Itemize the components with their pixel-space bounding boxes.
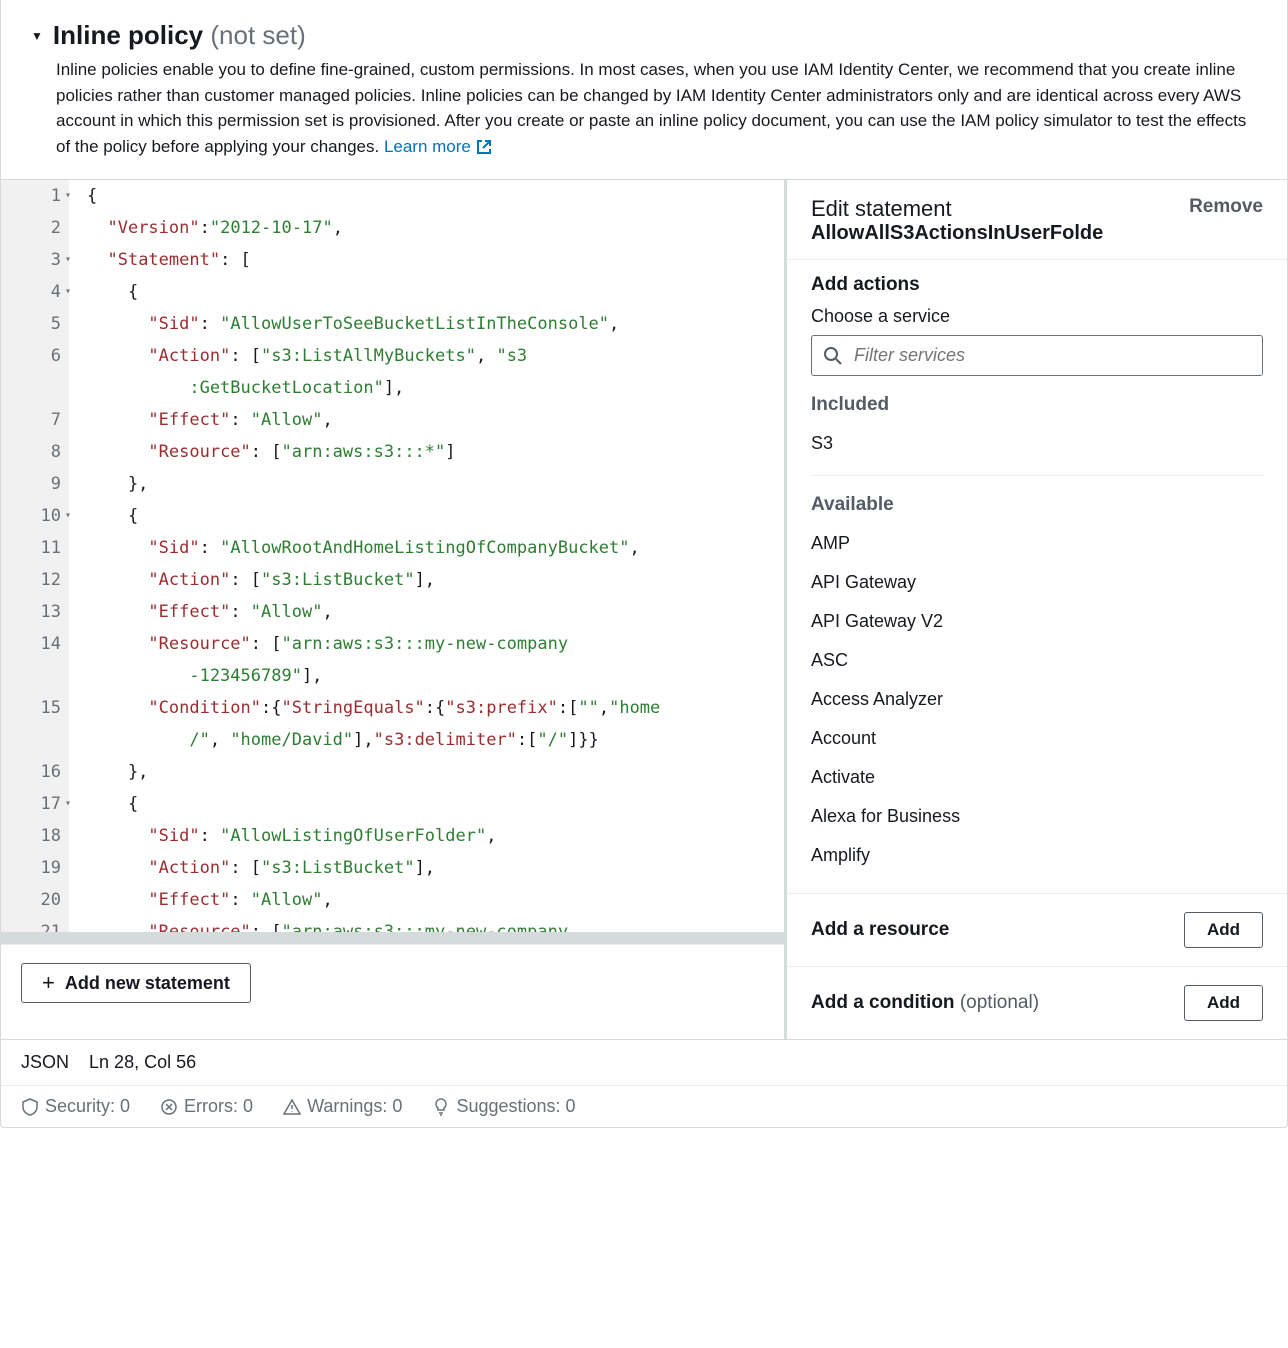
inline-policy-header: ▼ Inline policy (not set) Inline policie… bbox=[1, 0, 1287, 179]
cursor-position: Ln 28, Col 56 bbox=[89, 1052, 196, 1072]
add-resource-label: Add a resource bbox=[811, 919, 949, 941]
add-condition-button[interactable]: Add bbox=[1184, 985, 1263, 1021]
service-item[interactable]: Alexa for Business bbox=[811, 797, 1263, 836]
validation-bar: Security: 0 Errors: 0 Warnings: 0 Sugges… bbox=[1, 1085, 1287, 1127]
add-actions-heading: Add actions bbox=[811, 274, 1263, 296]
filter-services-input[interactable] bbox=[811, 335, 1263, 376]
add-new-statement-button[interactable]: + Add new statement bbox=[21, 963, 251, 1003]
errors-count[interactable]: Errors: 0 bbox=[160, 1096, 253, 1117]
service-item[interactable]: Activate bbox=[811, 758, 1263, 797]
included-heading: Included bbox=[811, 394, 1263, 416]
suggestions-count[interactable]: Suggestions: 0 bbox=[432, 1096, 575, 1117]
service-item[interactable]: ASC bbox=[811, 641, 1263, 680]
section-title: Inline policy (not set) bbox=[53, 20, 306, 51]
remove-button[interactable]: Remove bbox=[1189, 196, 1263, 218]
not-set-label: (not set) bbox=[210, 20, 305, 50]
add-resource-button[interactable]: Add bbox=[1184, 912, 1263, 948]
available-heading: Available bbox=[811, 494, 1263, 516]
horizontal-scrollbar[interactable] bbox=[1, 932, 784, 944]
status-bar: JSON Ln 28, Col 56 bbox=[1, 1039, 1287, 1085]
code-editor-panel: 123456 7891011121314 15 161718192021 22 … bbox=[1, 180, 787, 1039]
service-item[interactable]: S3 bbox=[811, 424, 1263, 463]
choose-service-label: Choose a service bbox=[811, 306, 1263, 327]
service-item[interactable]: Amplify bbox=[811, 836, 1263, 875]
external-link-icon bbox=[476, 139, 492, 155]
learn-more-link[interactable]: Learn more bbox=[384, 137, 492, 156]
plus-icon: + bbox=[42, 972, 55, 994]
editor-mode: JSON bbox=[21, 1052, 69, 1072]
service-item[interactable]: Access Analyzer bbox=[811, 680, 1263, 719]
edit-statement-panel: Edit statement AllowAllS3ActionsInUserFo… bbox=[787, 180, 1287, 1039]
service-item[interactable]: API Gateway V2 bbox=[811, 602, 1263, 641]
code-editor[interactable]: 123456 7891011121314 15 161718192021 22 … bbox=[1, 180, 784, 932]
shield-icon bbox=[21, 1098, 39, 1116]
edit-statement-sid: AllowAllS3ActionsInUserFolde bbox=[811, 222, 1103, 245]
error-icon bbox=[160, 1098, 178, 1116]
warnings-count[interactable]: Warnings: 0 bbox=[283, 1096, 402, 1117]
search-icon bbox=[823, 346, 843, 366]
warning-icon bbox=[283, 1098, 301, 1116]
service-item[interactable]: API Gateway bbox=[811, 563, 1263, 602]
section-description: Inline policies enable you to define fin… bbox=[56, 57, 1257, 159]
security-count[interactable]: Security: 0 bbox=[21, 1096, 130, 1117]
service-item[interactable]: Account bbox=[811, 719, 1263, 758]
service-item[interactable]: AMP bbox=[811, 524, 1263, 563]
add-condition-label: Add a condition (optional) bbox=[811, 992, 1039, 1014]
bulb-icon bbox=[432, 1098, 450, 1116]
expand-toggle-icon[interactable]: ▼ bbox=[31, 29, 43, 43]
edit-statement-title: Edit statement bbox=[811, 196, 1103, 222]
add-actions-section: Add actions Choose a service Included S3… bbox=[787, 260, 1287, 894]
